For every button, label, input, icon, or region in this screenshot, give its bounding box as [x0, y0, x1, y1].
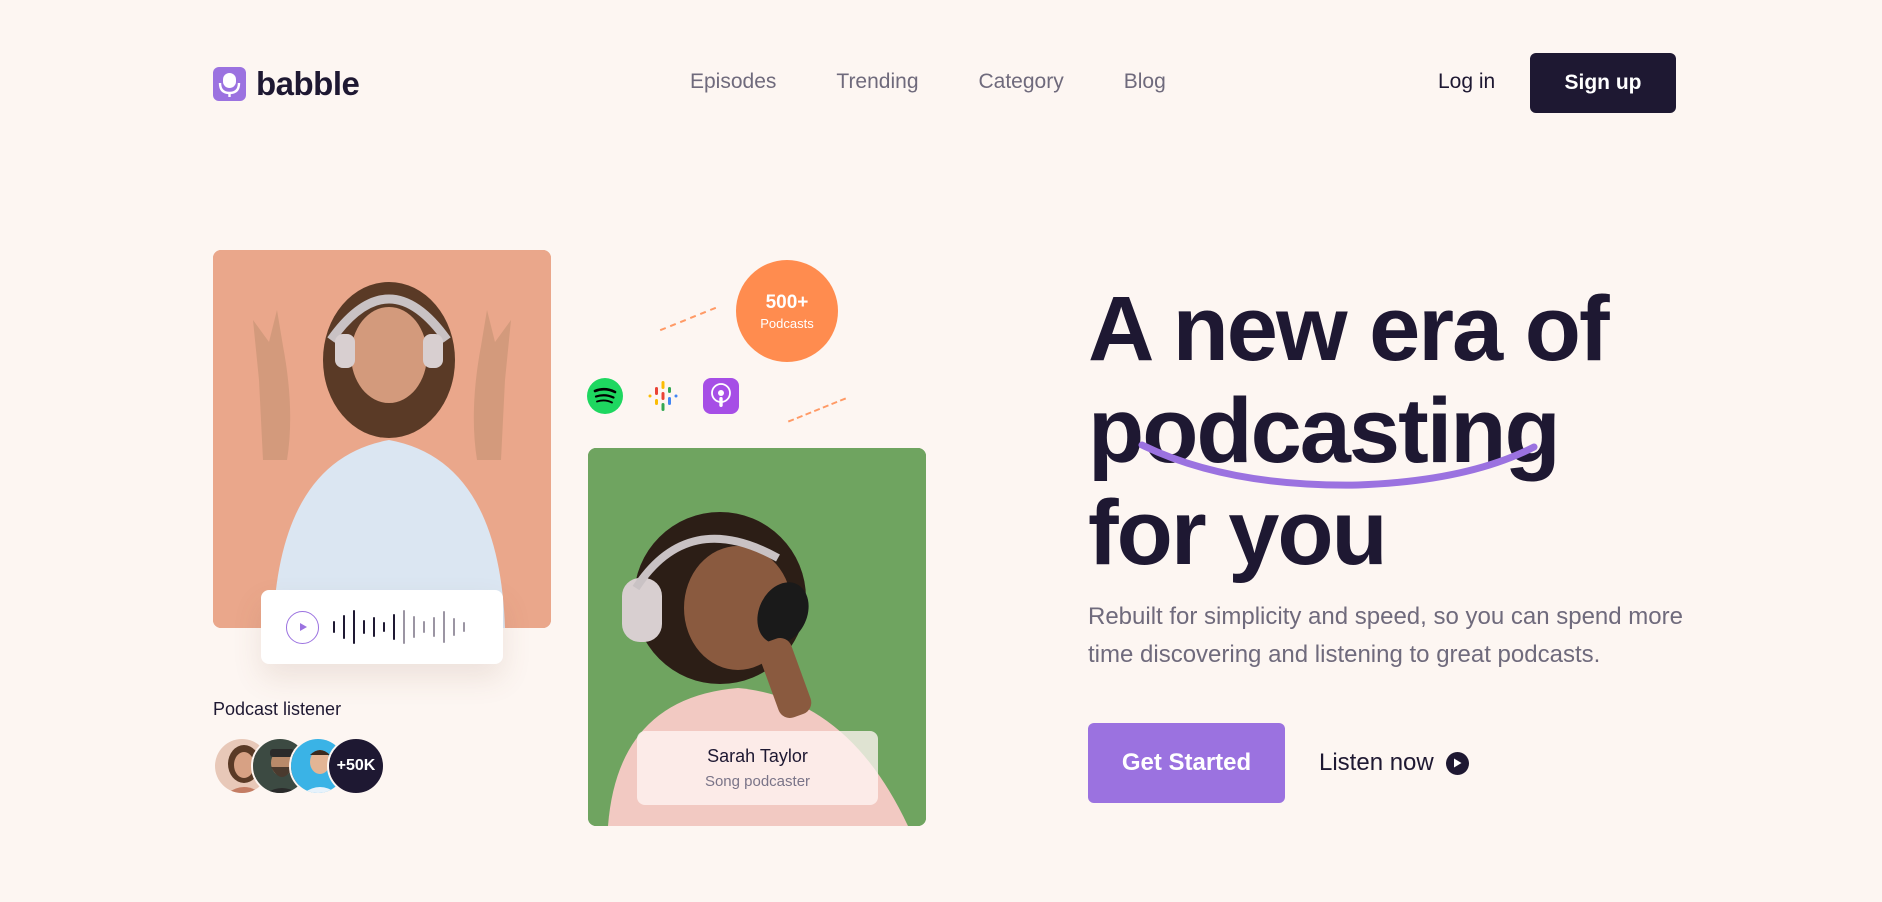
get-started-button[interactable]: Get Started	[1088, 723, 1285, 803]
podcasts-count: 500+	[765, 291, 809, 313]
podcasts-label: Podcasts	[760, 315, 814, 331]
headline-line-1: A new era of	[1088, 278, 1610, 380]
decor-dash	[659, 306, 717, 332]
listener-count-badge: +50K	[327, 737, 385, 795]
listen-now-link[interactable]: Listen now	[1319, 749, 1469, 777]
host-card: Sarah Taylor Song podcaster	[637, 731, 878, 805]
google-podcasts-icon[interactable]	[645, 378, 681, 414]
listen-now-label: Listen now	[1319, 749, 1434, 776]
main-nav: Episodes Trending Category Blog	[690, 70, 1166, 94]
listener-photo	[213, 250, 551, 628]
login-link[interactable]: Log in	[1438, 70, 1495, 94]
host-role: Song podcaster	[704, 773, 811, 790]
waveform-icon	[333, 610, 465, 644]
audio-player	[261, 590, 503, 664]
play-circle-icon	[1445, 751, 1469, 775]
nav-item-category[interactable]: Category	[979, 70, 1064, 94]
listener-avatars: +50K	[213, 737, 385, 795]
host-name: Sarah Taylor	[707, 746, 808, 766]
hero-subtitle: Rebuilt for simplicity and speed, so you…	[1088, 603, 1683, 668]
microphone-icon	[213, 67, 246, 101]
headline-underline	[1138, 441, 1538, 489]
decor-dash	[787, 397, 847, 423]
platform-icons	[587, 378, 739, 414]
brand-logo[interactable]: babble	[213, 65, 360, 103]
hero-headline: A new era of podcasting for you	[1088, 278, 1610, 584]
nav-item-trending[interactable]: Trending	[836, 70, 918, 94]
nav-item-blog[interactable]: Blog	[1124, 70, 1166, 94]
nav-item-episodes[interactable]: Episodes	[690, 70, 776, 94]
podcasts-count-badge: 500+ Podcasts	[736, 260, 838, 362]
spotify-icon[interactable]	[587, 378, 623, 414]
listener-label: Podcast listener	[213, 699, 342, 719]
play-icon[interactable]	[286, 610, 319, 644]
brand-name: babble	[256, 65, 360, 102]
apple-podcasts-icon[interactable]	[703, 378, 739, 414]
headline-line-3: for you	[1088, 482, 1388, 584]
signup-button[interactable]: Sign up	[1530, 53, 1676, 113]
